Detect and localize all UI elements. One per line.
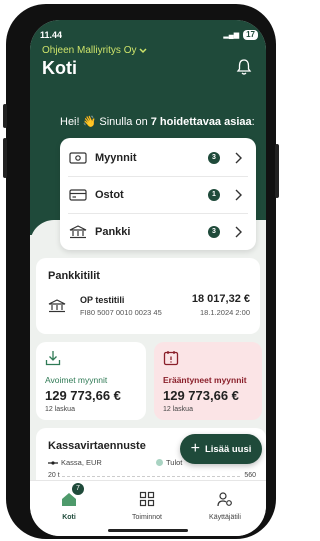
task-label: Ostot	[95, 189, 124, 201]
signal-icon: ▂▄▆	[223, 32, 240, 39]
legend-line-icon	[48, 460, 58, 465]
add-new-button[interactable]: + Lisää uusi	[180, 434, 262, 464]
tasks-card: Myynnit 3 Ostot 1 Pankki 3	[60, 138, 256, 250]
calendar-alert-icon	[163, 351, 179, 366]
user-settings-icon	[217, 492, 232, 507]
app-screen: 11.44 ▂▄▆ 17 Ohjeen Malliyritys Oy Koti …	[30, 20, 266, 536]
task-count-badge: 3	[208, 152, 220, 164]
overdue-sales-card[interactable]: Erääntyneet myynnit 129 773,66 € 12 lask…	[154, 342, 262, 420]
task-label: Pankki	[95, 226, 131, 238]
status-bar: 11.44 ▂▄▆ 17	[40, 28, 258, 42]
chevron-right-icon	[235, 152, 242, 164]
bottom-navigation: 7 Koti Toiminnot Käyttäjätili	[30, 480, 266, 536]
bank-accounts-title: Pankkitilit	[48, 270, 100, 282]
open-sales-label: Avoimet myynnit	[45, 375, 108, 385]
cashflow-title: Kassavirtaennuste	[48, 440, 146, 452]
task-label: Myynnit	[95, 152, 137, 164]
task-row-myynnit[interactable]: Myynnit 3	[60, 140, 256, 176]
plus-icon: +	[190, 440, 200, 457]
nav-label: Toiminnot	[132, 514, 162, 521]
account-name: OP testitili	[80, 295, 125, 305]
phone-side-button	[275, 144, 279, 198]
status-time: 11.44	[40, 30, 63, 40]
card-icon	[69, 189, 87, 201]
greeting-prefix: Hei! 👋 Sinulla on	[60, 116, 151, 128]
overdue-sales-count: 12 laskua	[163, 406, 193, 413]
nav-item-actions[interactable]: Toiminnot	[108, 481, 186, 536]
chevron-right-icon	[235, 226, 242, 238]
account-iban: FI80 5007 0010 0023 45	[80, 308, 162, 317]
home-indicator	[108, 529, 188, 532]
task-count-badge: 1	[208, 189, 220, 201]
legend-dot-icon	[156, 459, 163, 466]
phone-side-button	[3, 138, 7, 178]
open-sales-card[interactable]: Avoimet myynnit 129 773,66 € 12 laskua	[36, 342, 146, 420]
company-name: Ohjeen Malliyritys Oy	[42, 45, 137, 56]
greeting-count: 7 hoidettavaa asiaa	[150, 116, 252, 128]
company-selector[interactable]: Ohjeen Malliyritys Oy	[42, 45, 147, 56]
bank-accounts-card[interactable]: Pankkitilit OP testitili FI80 5007 0010 …	[36, 258, 260, 334]
overdue-sales-label: Erääntyneet myynnit	[163, 375, 247, 385]
legend-item-cash: Kassa, EUR	[48, 458, 102, 467]
money-icon	[69, 152, 87, 164]
task-count-badge: 3	[208, 226, 220, 238]
battery-indicator: 17	[243, 30, 258, 40]
chart-gridline	[62, 476, 240, 477]
download-icon	[45, 351, 61, 366]
overdue-sales-amount: 129 773,66 €	[163, 388, 239, 403]
nav-item-home[interactable]: 7 Koti	[30, 481, 108, 536]
legend-item-income: Tulot	[156, 458, 182, 467]
legend-label: Kassa, EUR	[61, 458, 102, 467]
open-sales-amount: 129 773,66 €	[45, 388, 121, 403]
page-title: Koti	[42, 58, 77, 78]
phone-frame: 11.44 ▂▄▆ 17 Ohjeen Malliyritys Oy Koti …	[3, 4, 279, 539]
balance-date: 18.1.2024 2:00	[199, 308, 250, 317]
open-sales-count: 12 laskua	[45, 406, 75, 413]
phone-side-button	[3, 104, 7, 128]
nav-badge: 7	[72, 483, 84, 495]
task-row-ostot[interactable]: Ostot 1	[60, 177, 256, 213]
greeting-suffix: :	[251, 116, 255, 128]
task-row-pankki[interactable]: Pankki 3	[60, 214, 256, 250]
nav-label: Käyttäjätili	[209, 514, 241, 521]
chevron-down-icon	[139, 47, 147, 53]
bell-icon[interactable]	[236, 58, 252, 76]
greeting-text: Hei! 👋 Sinulla on 7 hoidettavaa asiaa:	[60, 115, 255, 128]
axis-tick-left: 20 t	[48, 472, 60, 479]
nav-label: Koti	[62, 514, 76, 521]
axis-tick-right: 560	[244, 472, 256, 479]
nav-item-account[interactable]: Käyttäjätili	[186, 481, 264, 536]
grid-icon	[139, 491, 155, 507]
add-new-label: Lisää uusi	[204, 443, 252, 455]
chevron-right-icon	[235, 189, 242, 201]
account-balance: 18 017,32 €	[191, 293, 250, 305]
bank-icon	[69, 225, 87, 239]
bank-icon	[48, 299, 66, 313]
legend-label: Tulot	[166, 458, 183, 467]
